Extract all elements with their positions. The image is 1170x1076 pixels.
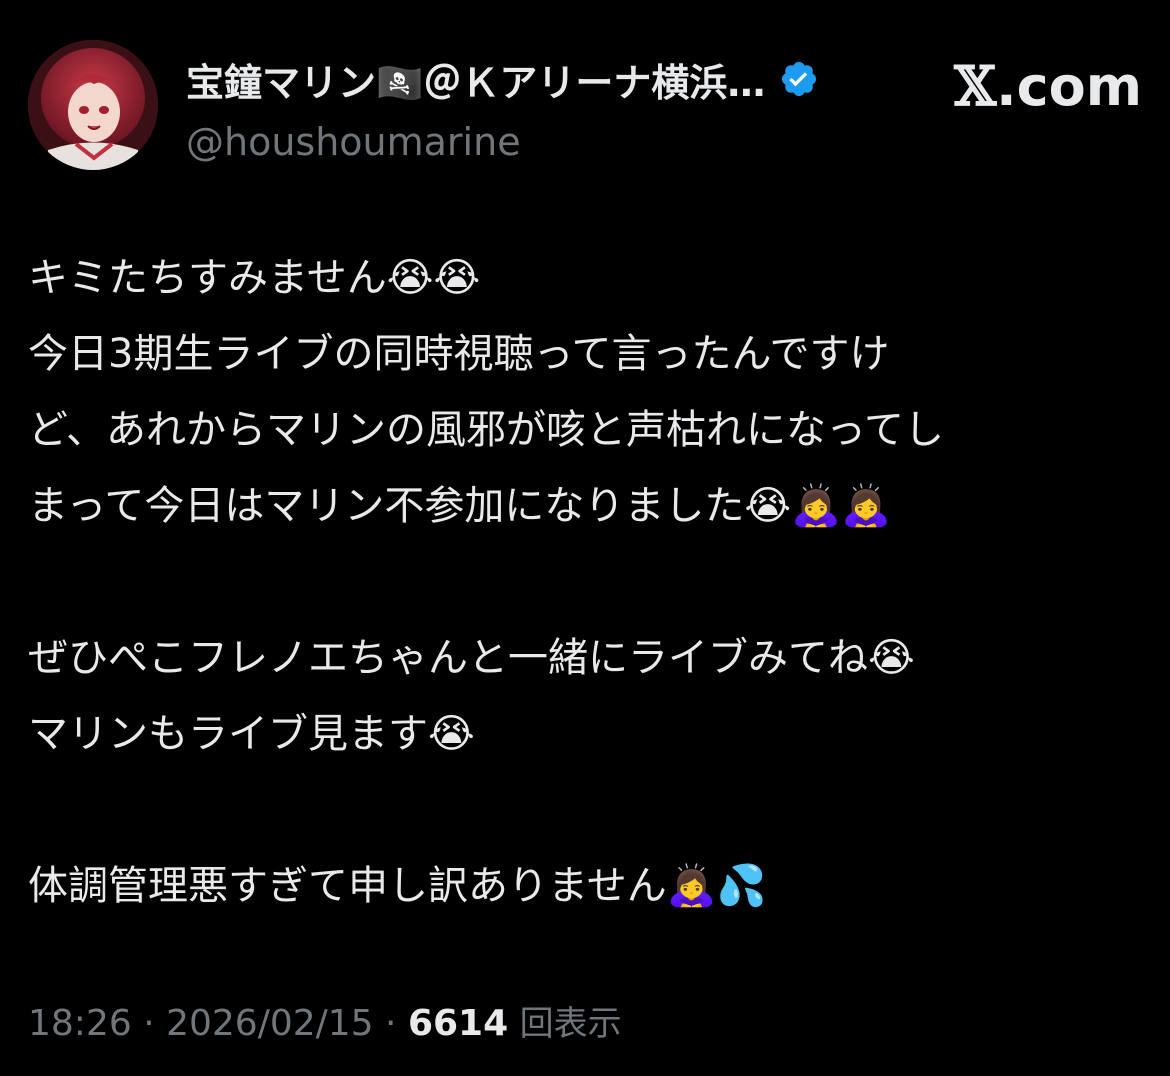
author-avatar[interactable] — [28, 40, 158, 170]
tweet-text: キミたちすみません😭😭 今日3期生ライブの同時視聴って言ったんですけ ど、あれか… — [28, 240, 1142, 924]
tweet-date[interactable]: 2026/02/15 — [166, 1003, 374, 1044]
avatar-image — [28, 40, 158, 170]
meta-separator: · — [373, 1003, 408, 1044]
x-logo-icon: 𝕏 — [954, 54, 997, 118]
verified-badge-icon — [779, 59, 819, 99]
views-count[interactable]: 6614 — [408, 1003, 508, 1044]
tweet-line: ど、あれからマリンの風邪が咳と声枯れになってし — [28, 407, 944, 453]
author-name-line[interactable]: 宝鐘マリン🏴‍☠️＠Ｋアリーナ横浜… — [186, 52, 819, 107]
views-label: 回表示 — [519, 1004, 622, 1044]
tweet-header: 宝鐘マリン🏴‍☠️＠Ｋアリーナ横浜… @houshoumarine 𝕏.com — [28, 40, 1142, 170]
meta-separator: · — [131, 1003, 167, 1044]
tweet-line: 体調管理悪すぎて申し訳ありません🙇‍♀️💦 — [28, 863, 767, 909]
tweet-line: まって今日はマリン不参加になりました😭🙇‍♀️🙇‍♀️ — [28, 483, 891, 529]
tweet-line: マリンもライブ見ます😭 — [28, 711, 475, 757]
tweet-meta: 18:26 · 2026/02/15 · 6614 回表示 — [28, 996, 622, 1045]
tweet-line: 今日3期生ライブの同時視聴って言ったんですけ — [28, 331, 890, 377]
author-handle[interactable]: @houshoumarine — [186, 120, 521, 164]
site-logo-suffix: .com — [996, 55, 1142, 118]
site-logo[interactable]: 𝕏.com — [954, 54, 1142, 118]
author-display-name[interactable]: 宝鐘マリン🏴‍☠️＠Ｋアリーナ横浜… — [186, 52, 765, 107]
tweet-line: ぜひぺこフレノエちゃんと一緒にライブみてね😭 — [28, 635, 915, 681]
tweet-time[interactable]: 18:26 — [28, 1003, 132, 1044]
tweet-line: キミたちすみません😭😭 — [28, 255, 481, 301]
